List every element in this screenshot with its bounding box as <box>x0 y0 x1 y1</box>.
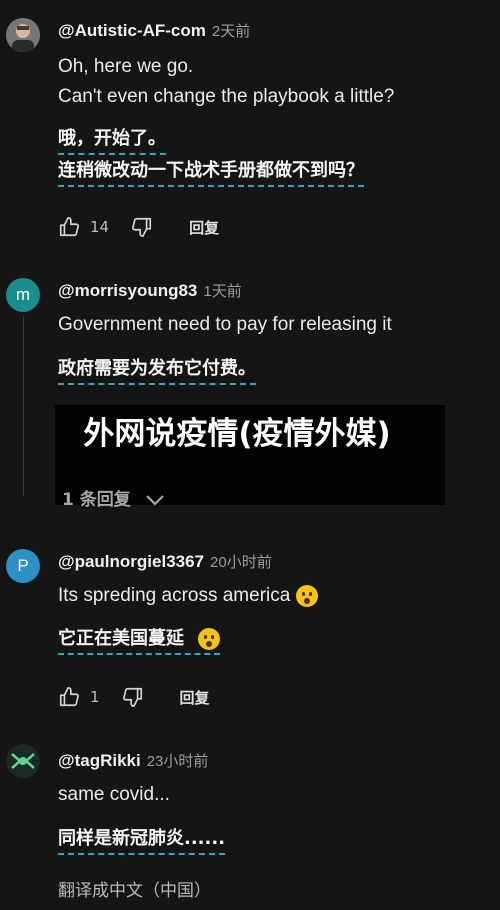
timestamp[interactable]: 1天前 <box>203 283 241 300</box>
translation-line: 同样是新冠肺炎...... <box>58 824 226 855</box>
avatar[interactable] <box>6 18 40 52</box>
username[interactable]: @tagRikki <box>58 751 141 770</box>
comment-text-line: Can't even change the playbook a little? <box>58 86 395 107</box>
comment-text-line: Government need to pay for releasing it <box>58 314 392 335</box>
translation-line: 哦，开始了。 <box>58 124 166 155</box>
surprised-emoji-icon <box>296 585 319 607</box>
comment-text-line: Its spreding across america <box>58 585 319 607</box>
thumbs-down-icon[interactable] <box>122 686 144 708</box>
thumbs-up-icon[interactable] <box>58 686 80 708</box>
username[interactable]: @Autistic-AF-com <box>58 21 206 40</box>
translation-text: 它正在美国蔓延 <box>58 628 184 649</box>
timestamp[interactable]: 20小时前 <box>210 554 272 571</box>
timestamp[interactable]: 23小时前 <box>147 753 209 770</box>
comment-header: @tagRikki 23小时前 <box>58 750 208 771</box>
comment-header: @paulnorgiel3367 20小时前 <box>58 551 272 572</box>
chevron-down-icon <box>145 493 165 507</box>
username[interactable]: @paulnorgiel3367 <box>58 552 204 571</box>
overlay-title: 外网说疫情(疫情外媒) <box>83 416 391 452</box>
avatar[interactable] <box>6 744 40 778</box>
comment-actions: 14 回复 <box>58 216 219 238</box>
user-logo-icon <box>6 744 40 778</box>
comment-actions: 1 回复 <box>58 686 210 708</box>
translate-link[interactable]: 翻译成中文（中国） <box>58 876 211 901</box>
comment-text-line: Oh, here we go. <box>58 56 194 77</box>
thread-line <box>23 316 24 496</box>
user-photo-icon <box>6 18 40 52</box>
translation-line: 连稍微改动一下战术手册都做不到吗？ <box>58 156 364 187</box>
comment-text-line: same covid... <box>58 784 170 805</box>
avatar[interactable]: P <box>6 549 40 583</box>
comment-header: @Autistic-AF-com 2天前 <box>58 20 250 41</box>
like-count: 14 <box>90 218 110 236</box>
like-count: 1 <box>90 688 100 706</box>
timestamp[interactable]: 2天前 <box>212 23 250 40</box>
thumbs-up-icon[interactable] <box>58 216 80 238</box>
comment-text: Its spreding across america <box>58 585 291 607</box>
reply-button[interactable]: 回复 <box>180 687 210 708</box>
avatar[interactable]: m <box>6 278 40 312</box>
replies-count: 1 条回复 <box>62 490 131 510</box>
thumbs-down-icon[interactable] <box>131 216 153 238</box>
comment-header: @morrisyoung83 1天前 <box>58 280 242 301</box>
translation-line: 政府需要为发布它付费。 <box>58 354 256 385</box>
view-replies-button[interactable]: 1 条回复 <box>62 485 165 510</box>
username[interactable]: @morrisyoung83 <box>58 281 197 300</box>
reply-button[interactable]: 回复 <box>189 217 219 238</box>
translation-line: 它正在美国蔓延 <box>58 624 220 655</box>
surprised-emoji-icon <box>198 628 220 650</box>
